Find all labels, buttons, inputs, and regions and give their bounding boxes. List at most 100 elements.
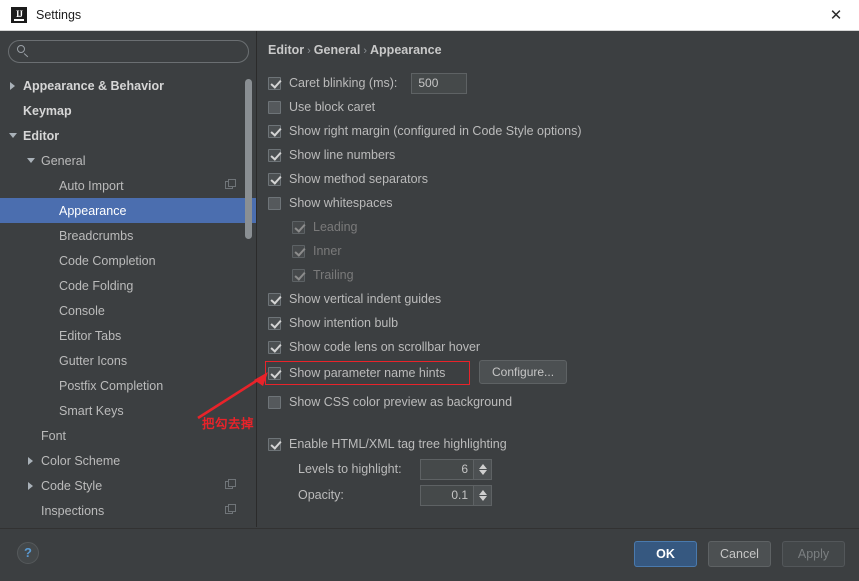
checkbox-enable-html-xml-tag-tree-highlighting[interactable]: [268, 437, 281, 451]
option-label: Inner: [313, 243, 342, 258]
cancel-button[interactable]: Cancel: [708, 541, 771, 567]
option-label: Show method separators: [289, 171, 428, 186]
sidebar-item-general[interactable]: General: [0, 148, 256, 173]
ok-button[interactable]: OK: [634, 541, 697, 567]
sidebar-item-label: Code Style: [41, 478, 103, 493]
checkbox-use-block-caret[interactable]: [268, 100, 281, 114]
option-row-show-method-separators: Show method separators: [268, 167, 848, 191]
search-input[interactable]: [8, 40, 249, 63]
sidebar-item-gutter-icons[interactable]: Gutter Icons: [0, 348, 256, 373]
breadcrumb-separator: ›: [307, 45, 311, 57]
sidebar-item-label: Auto Import: [59, 178, 124, 193]
search-box: [8, 40, 249, 63]
sidebar-item-label: Console: [59, 303, 105, 318]
copy-icon: [225, 479, 237, 491]
checkbox-show-vertical-indent-guides[interactable]: [268, 292, 281, 306]
breadcrumb-part: Editor: [268, 43, 305, 57]
sidebar-item-color-scheme[interactable]: Color Scheme: [0, 448, 256, 473]
option-row-show-line-numbers: Show line numbers: [268, 143, 848, 167]
option-label: Use block caret: [289, 99, 376, 114]
breadcrumb-separator: ›: [363, 45, 368, 57]
checkbox-show-right-margin-configured-in-code-style-options[interactable]: [268, 124, 281, 138]
checkbox-inner: [292, 244, 305, 258]
sidebar-item-label: Editor: [23, 128, 60, 143]
stepper-down-icon[interactable]: [478, 469, 487, 475]
option-label: Show code lens on scrollbar hover: [289, 339, 481, 354]
option-row-enable-html-xml-tag-tree-highlighting: Enable HTML/XML tag tree highlighting: [268, 432, 848, 456]
sidebar-item-label: Editor Tabs: [59, 328, 122, 343]
sidebar-item-code-folding[interactable]: Code Folding: [0, 273, 256, 298]
annotation-text: 把勾去掉: [202, 416, 255, 431]
chevron-down-icon[interactable]: [26, 155, 37, 166]
option-label: Enable HTML/XML tag tree highlighting: [289, 436, 507, 451]
close-icon[interactable]: ✕: [813, 0, 859, 30]
sidebar-item-console[interactable]: Console: [0, 298, 256, 323]
option-row-inner: Inner: [268, 239, 848, 263]
checkbox-show-whitespaces[interactable]: [268, 196, 281, 210]
chevron-right-icon[interactable]: [26, 480, 37, 491]
chevron-down-icon[interactable]: [8, 130, 19, 141]
levels-to-highlight-value[interactable]: 6: [421, 459, 474, 479]
sidebar-item-breadcrumbs[interactable]: Breadcrumbs: [0, 223, 256, 248]
sidebar-item-editor[interactable]: Editor: [0, 123, 256, 148]
sidebar-item-keymap[interactable]: Keymap: [0, 98, 256, 123]
levels-to-highlight-spinner[interactable]: 6: [420, 458, 492, 480]
copy-icon: [225, 504, 237, 516]
checkbox-show-parameter-name-hints[interactable]: [268, 366, 281, 380]
stepper-up-icon[interactable]: [478, 463, 487, 469]
title-bar: IJ Settings ✕: [0, 0, 859, 31]
levels-to-highlight-row: Levels to highlight: 6: [268, 456, 848, 482]
opacity-stepper[interactable]: [474, 485, 491, 505]
sidebar-item-appearance-behavior[interactable]: Appearance & Behavior: [0, 73, 256, 98]
breadcrumb-part: General: [313, 43, 361, 57]
stepper-up-icon[interactable]: [478, 489, 487, 495]
vertical-scrollbar[interactable]: [245, 79, 252, 239]
option-row-show-code-lens-on-scrollbar-hover: Show code lens on scrollbar hover: [268, 335, 848, 359]
sidebar-item-label: Inspections: [41, 503, 105, 518]
window-title: Settings: [36, 8, 82, 22]
sidebar-item-inspections[interactable]: Inspections: [0, 498, 256, 523]
levels-to-highlight-stepper[interactable]: [474, 459, 491, 479]
checkbox-show-intention-bulb[interactable]: [268, 316, 281, 330]
sidebar-item-appearance[interactable]: Appearance: [0, 198, 256, 223]
chevron-right-icon[interactable]: [8, 80, 19, 91]
sidebar-item-label: Keymap: [23, 103, 72, 118]
settings-sidebar: Appearance & Behavior Keymap Editor General…: [0, 31, 257, 527]
help-button[interactable]: ?: [17, 542, 39, 564]
sidebar-item-code-style[interactable]: Code Style: [0, 473, 256, 498]
sidebar-item-editor-tabs[interactable]: Editor Tabs: [0, 323, 256, 348]
apply-button[interactable]: Apply: [782, 541, 845, 567]
breadcrumb: Editor › General › Appearance: [268, 43, 442, 57]
sidebar-item-postfix-completion[interactable]: Postfix Completion: [0, 373, 256, 398]
sidebar-item-code-completion[interactable]: Code Completion: [0, 248, 256, 273]
option-label: Trailing: [313, 267, 354, 282]
checkbox-show-method-separators[interactable]: [268, 172, 281, 186]
opacity-value[interactable]: 0.1: [421, 485, 474, 505]
configure-button[interactable]: Configure...: [479, 360, 568, 384]
option-label: Show intention bulb: [289, 315, 399, 330]
breadcrumb-part: Appearance: [370, 43, 442, 57]
option-row-leading: Leading: [268, 215, 848, 239]
checkbox-show-css-color-preview-as-background[interactable]: [268, 395, 281, 409]
checkbox-caret-blinking-ms[interactable]: [268, 76, 281, 90]
sidebar-item-label: Color Scheme: [41, 453, 121, 468]
opacity-row: Opacity: 0.1: [268, 482, 848, 508]
chevron-right-icon[interactable]: [26, 455, 37, 466]
caret-blinking-input[interactable]: [411, 72, 468, 94]
sidebar-item-auto-import[interactable]: Auto Import: [0, 173, 256, 198]
option-row-show-intention-bulb: Show intention bulb: [268, 311, 848, 335]
stepper-down-icon[interactable]: [478, 495, 487, 501]
intellij-idea-logo-icon: IJ: [11, 7, 27, 23]
checkbox-show-line-numbers[interactable]: [268, 148, 281, 162]
sidebar-item-label: Smart Keys: [59, 403, 124, 418]
checkbox-show-code-lens-on-scrollbar-hover[interactable]: [268, 340, 281, 354]
sidebar-item-label: Appearance: [59, 203, 127, 218]
sidebar-item-label: Breadcrumbs: [59, 228, 134, 243]
opacity-spinner[interactable]: 0.1: [420, 484, 492, 506]
